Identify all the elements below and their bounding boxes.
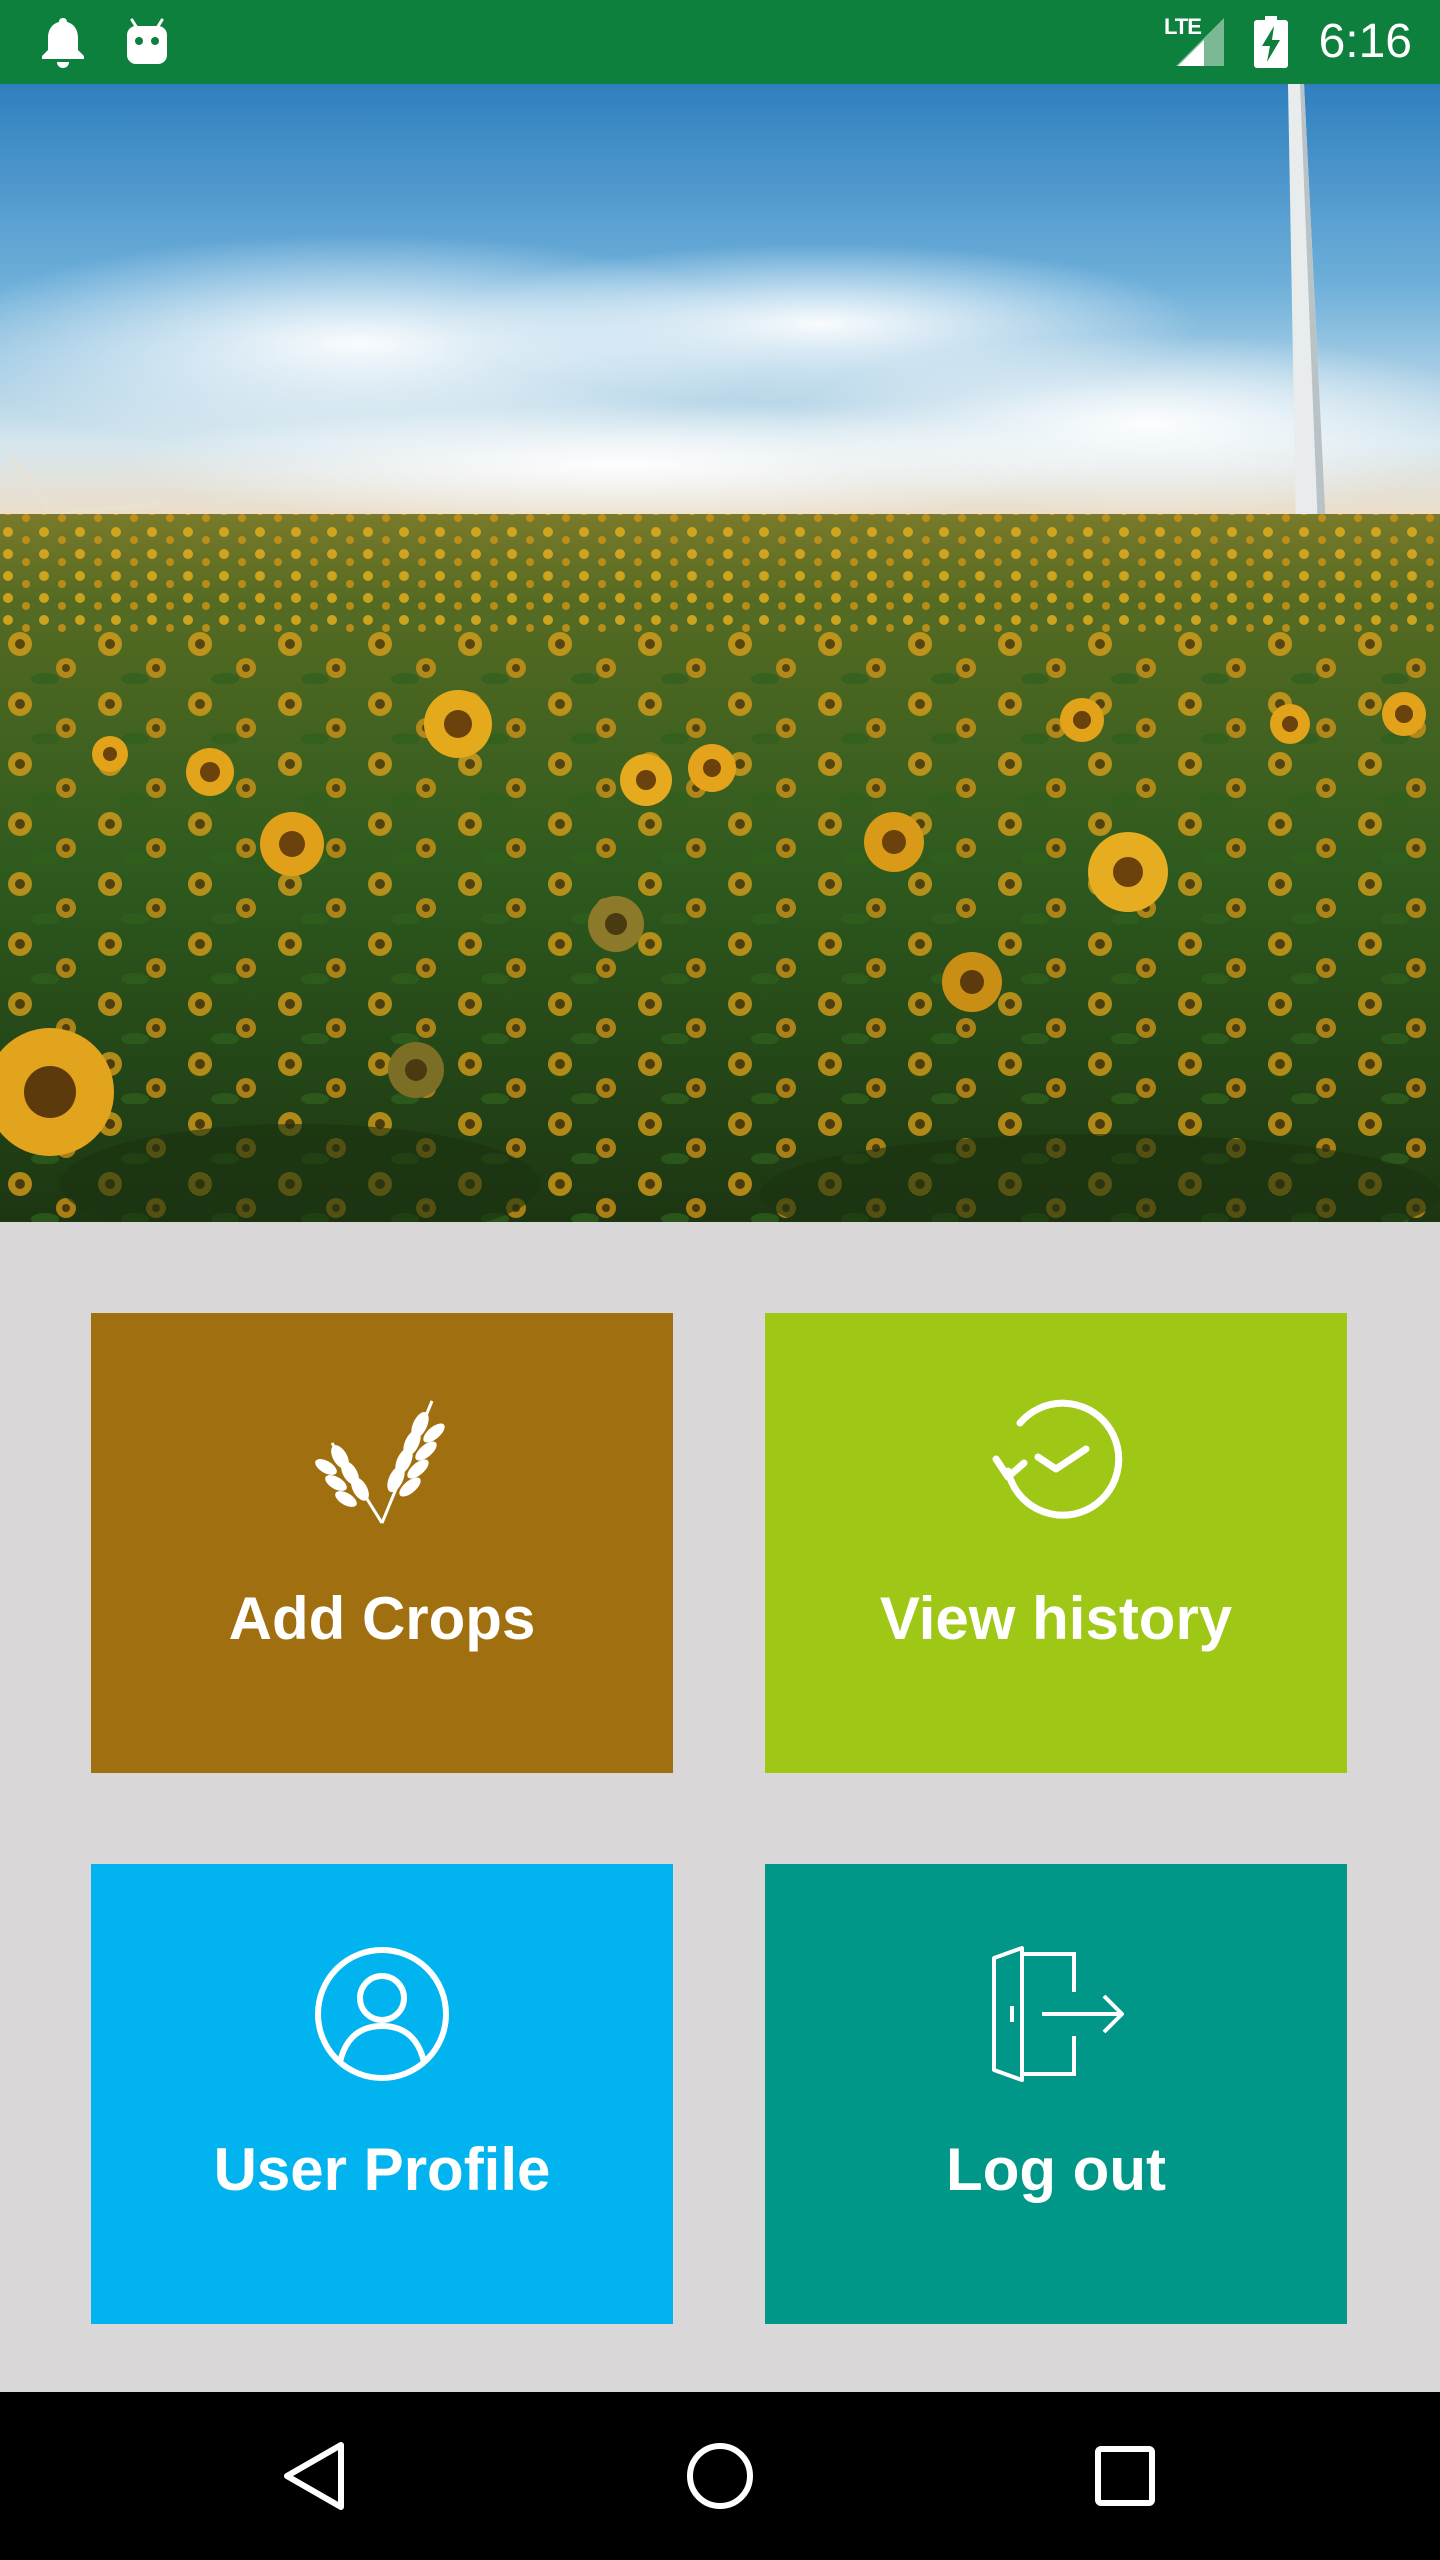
notification-bell-icon <box>40 0 86 84</box>
log-out-button[interactable]: Log out <box>765 1864 1347 2324</box>
status-bar: LTE 6:16 <box>0 0 1440 84</box>
battery-charging-icon <box>1254 0 1288 84</box>
logout-door-icon <box>765 1944 1347 2094</box>
signal-icon: LTE <box>1164 0 1228 84</box>
log-out-label: Log out <box>946 2136 1166 2203</box>
home-button[interactable] <box>650 2392 790 2560</box>
navigation-bar <box>0 2392 1440 2560</box>
status-clock: 6:16 <box>1318 15 1412 68</box>
wheat-icon <box>91 1393 673 1543</box>
recents-icon <box>1095 2446 1155 2506</box>
view-history-button[interactable]: View history <box>765 1313 1347 1773</box>
add-crops-button[interactable]: Add Crops <box>91 1313 673 1773</box>
back-button[interactable] <box>245 2392 385 2560</box>
android-icon <box>124 0 170 84</box>
history-clock-icon <box>765 1393 1347 1543</box>
add-crops-label: Add Crops <box>228 1585 536 1652</box>
back-icon <box>284 2442 344 2510</box>
view-history-label: View history <box>879 1585 1233 1652</box>
sunflower-field-photo <box>0 84 1440 1222</box>
user-profile-label: User Profile <box>213 2136 551 2203</box>
user-icon <box>91 1944 673 2094</box>
hero-image <box>0 84 1440 1222</box>
user-profile-button[interactable]: User Profile <box>91 1864 673 2324</box>
recents-button[interactable] <box>1055 2392 1195 2560</box>
home-icon <box>687 2443 753 2509</box>
